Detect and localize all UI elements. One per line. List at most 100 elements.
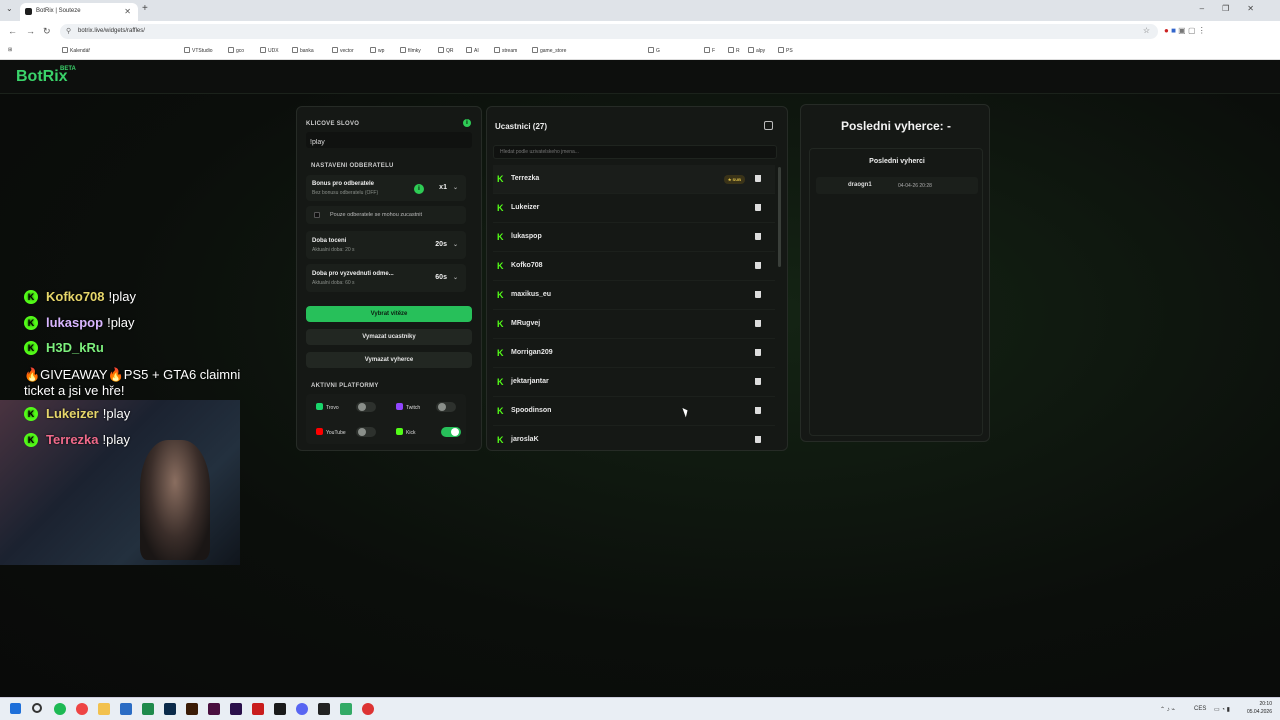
- acrobat-icon[interactable]: [252, 703, 264, 715]
- kick-toggle[interactable]: [441, 427, 461, 437]
- app-icon[interactable]: [362, 703, 374, 715]
- bookmark-item[interactable]: gco: [228, 47, 244, 54]
- participant-row[interactable]: K Lukeizer: [493, 194, 775, 223]
- trash-icon[interactable]: [755, 378, 761, 385]
- kick-icon: K: [497, 290, 504, 300]
- new-tab-button[interactable]: +: [142, 3, 148, 14]
- clear-participants-button[interactable]: Vymazat ucastniky: [306, 329, 472, 345]
- tab-search-icon[interactable]: ⌄: [6, 4, 13, 13]
- explorer-icon[interactable]: [98, 703, 110, 715]
- participant-row[interactable]: K Spoodinson: [493, 397, 775, 426]
- bookmark-item[interactable]: wp: [370, 47, 384, 54]
- premiere-icon[interactable]: [230, 703, 242, 715]
- bookmark-item[interactable]: alpy: [748, 47, 765, 54]
- bookmark-item[interactable]: banka: [292, 47, 314, 54]
- word-icon[interactable]: [120, 703, 132, 715]
- bookmark-item[interactable]: AI: [466, 47, 479, 54]
- bookmark-item[interactable]: Kalendář: [62, 47, 90, 54]
- platforms-label: AKTIVNI PLATFORMY: [311, 383, 379, 389]
- trash-icon[interactable]: [755, 349, 761, 356]
- bonus-select[interactable]: x1 ⌄: [439, 184, 458, 191]
- windows-taskbar: ⌃ ♪ ⌁ CES ▭ ◔ ▮ 20:10 05.04.2026: [0, 697, 1280, 720]
- bookmark-item[interactable]: filmky: [400, 47, 421, 54]
- extensions-icons[interactable]: ● ■ ▣ ▢ ⋮: [1164, 26, 1206, 35]
- twitch-icon: [396, 403, 403, 410]
- subs-only-checkbox[interactable]: [314, 212, 320, 218]
- participant-scrollbar[interactable]: [778, 167, 781, 267]
- trash-icon[interactable]: [755, 436, 761, 443]
- spin-duration-select[interactable]: 20s ⌄: [435, 241, 458, 248]
- trash-icon[interactable]: [755, 262, 761, 269]
- trash-icon[interactable]: [755, 233, 761, 240]
- kick-icon: K: [24, 290, 38, 304]
- bookmark-item[interactable]: vector: [332, 47, 354, 54]
- indesign-icon[interactable]: [208, 703, 220, 715]
- clock-date: 05.04.2026: [1246, 709, 1272, 715]
- bookmarks-bar: ⊞ Kalendář VTStudio gco UDX banka vector…: [0, 42, 1280, 60]
- apps-icon[interactable]: ⊞: [8, 47, 12, 53]
- bookmark-item[interactable]: stream: [494, 47, 517, 54]
- reload-icon[interactable]: ↻: [43, 26, 51, 37]
- bookmark-item[interactable]: F: [704, 47, 715, 54]
- bookmark-item[interactable]: VTStudio: [184, 47, 213, 54]
- participant-row[interactable]: Klukaspop: [493, 223, 775, 252]
- trovo-toggle[interactable]: [356, 402, 376, 412]
- start-icon[interactable]: [10, 703, 21, 714]
- stream-overlay: K Kofko708 !play Klukaspop !play K H3D_kRu 🔥…: [0, 289, 260, 625]
- bookmark-item[interactable]: QR: [438, 47, 454, 54]
- chrome-icon[interactable]: [76, 703, 88, 715]
- trash-icon[interactable]: [755, 204, 761, 211]
- participant-row[interactable]: KjaroslaK: [493, 426, 775, 450]
- spotify-icon[interactable]: [54, 703, 66, 715]
- participant-row[interactable]: Kjektarjantar: [493, 368, 775, 397]
- excel-icon[interactable]: [142, 703, 154, 715]
- trash-icon[interactable]: [755, 175, 761, 182]
- app-icon[interactable]: [318, 703, 330, 715]
- participant-row[interactable]: K Kofko708: [493, 252, 775, 281]
- url-text: botrix.live/widgets/raffles/: [78, 28, 145, 34]
- bookmark-item[interactable]: R: [728, 47, 740, 54]
- search-icon[interactable]: [32, 703, 42, 713]
- url-input[interactable]: ⚲ botrix.live/widgets/raffles/ ☆: [60, 24, 1158, 39]
- illustrator-icon[interactable]: [186, 703, 198, 715]
- language-indicator[interactable]: CES: [1194, 706, 1206, 712]
- participant-row[interactable]: K Morrigan209: [493, 339, 775, 368]
- info-icon[interactable]: i: [414, 184, 424, 194]
- browser-tab[interactable]: BotRix | Souteze ✕: [20, 3, 138, 21]
- window-controls[interactable]: –❐✕: [1200, 4, 1272, 13]
- copy-icon[interactable]: [764, 121, 773, 130]
- discord-icon[interactable]: [296, 703, 308, 715]
- bookmark-item[interactable]: G: [648, 47, 660, 54]
- site-info-icon[interactable]: ⚲: [66, 27, 71, 35]
- bookmark-item[interactable]: game_store: [532, 47, 566, 54]
- bookmark-star-icon[interactable]: ☆: [1143, 26, 1150, 35]
- bookmark-item[interactable]: PS: [778, 47, 793, 54]
- trash-icon[interactable]: [755, 291, 761, 298]
- photoshop-icon[interactable]: [164, 703, 176, 715]
- kick-icon: K: [497, 348, 504, 358]
- keyword-input[interactable]: [306, 132, 472, 148]
- trash-icon[interactable]: [755, 407, 761, 414]
- participant-search-input[interactable]: [493, 145, 777, 159]
- obs-icon[interactable]: [274, 703, 286, 715]
- close-tab-icon[interactable]: ✕: [124, 7, 131, 16]
- clear-winners-button[interactable]: Vymazat vyherce: [306, 352, 472, 368]
- participant-row[interactable]: K Terrezka ★ SUB: [493, 165, 775, 194]
- subs-only-row[interactable]: Pouze odberatele se mohou zucastnit: [306, 206, 466, 224]
- forward-icon[interactable]: →: [26, 26, 35, 36]
- kick-icon: K: [497, 203, 504, 213]
- trash-icon[interactable]: [755, 320, 761, 327]
- app-icon[interactable]: [340, 703, 352, 715]
- bookmark-item[interactable]: UDX: [260, 47, 279, 54]
- claim-duration-select[interactable]: 60s ⌄: [435, 274, 458, 281]
- participant-row[interactable]: K MRugvej: [493, 310, 775, 339]
- back-icon[interactable]: ←: [8, 26, 17, 36]
- clock[interactable]: 20:10 05.04.2026: [1247, 700, 1272, 716]
- participant-row[interactable]: Kmaxikus_eu: [493, 281, 775, 310]
- info-icon[interactable]: i: [463, 119, 471, 127]
- pick-winner-button[interactable]: Vybrat vitěze: [306, 306, 472, 322]
- network-volume-icons[interactable]: ▭ ◔ ▮: [1214, 706, 1230, 713]
- twitch-toggle[interactable]: [436, 402, 456, 412]
- youtube-toggle[interactable]: [356, 427, 376, 437]
- tray-icons[interactable]: ⌃ ♪ ⌁: [1160, 706, 1175, 713]
